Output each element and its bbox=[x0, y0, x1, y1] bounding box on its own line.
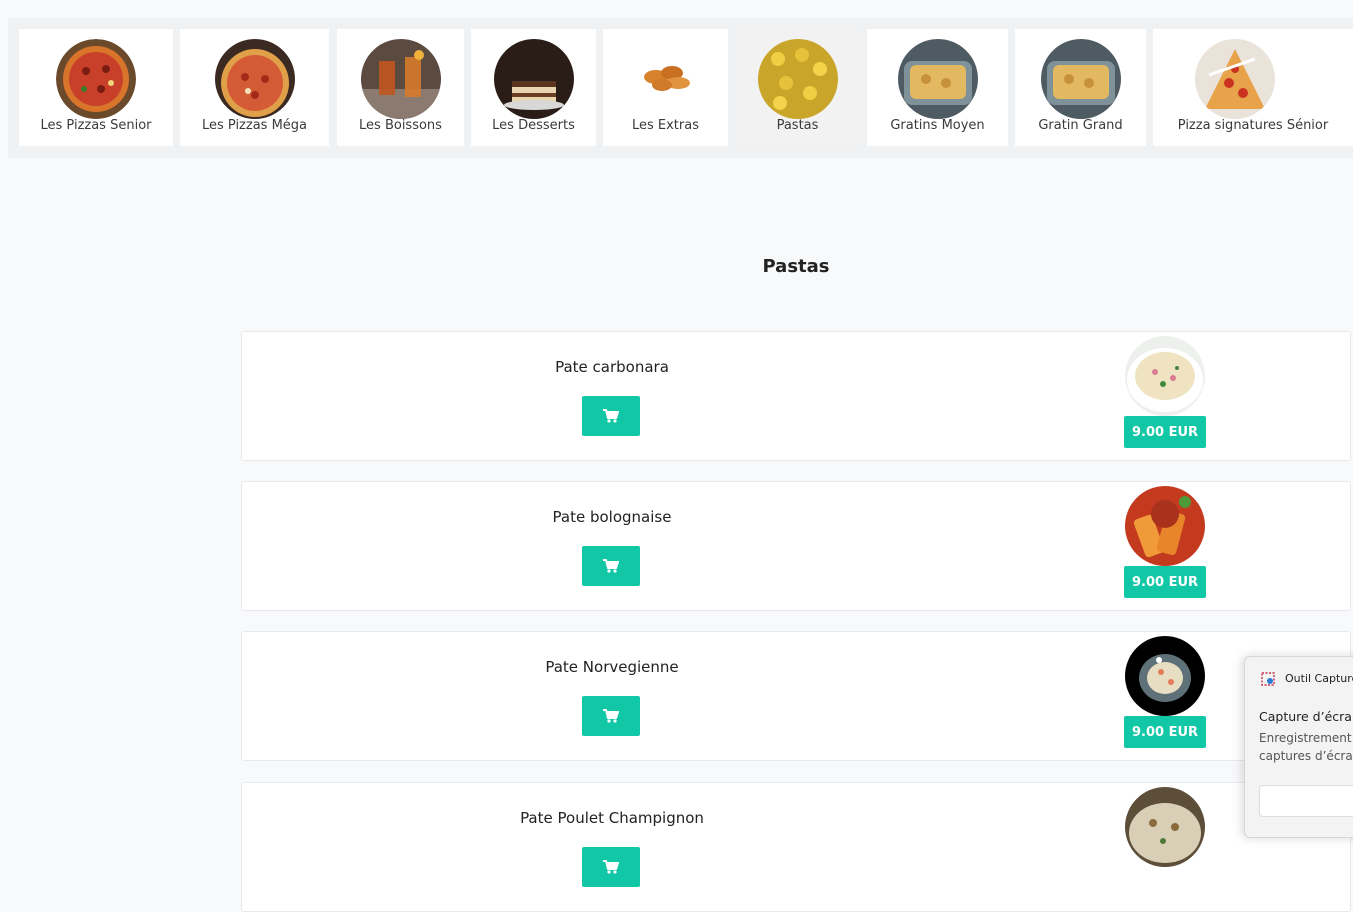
category-label: Gratin Grand bbox=[1038, 118, 1123, 133]
product-name: Pate Poulet Champignon bbox=[520, 809, 704, 827]
price-badge: 9.00 EUR bbox=[1124, 566, 1206, 598]
cart-icon bbox=[603, 709, 619, 723]
category-label: Gratins Moyen bbox=[890, 118, 985, 133]
pizza-signature-photo bbox=[1195, 39, 1275, 119]
pizza-senior-photo bbox=[56, 39, 136, 119]
scissors-icon bbox=[1261, 671, 1275, 690]
category-gratin-grand[interactable]: Gratin Grand bbox=[1015, 29, 1146, 146]
product-card: Pate bolognaise 9.00 EUR bbox=[241, 481, 1351, 611]
price-badge: 9.00 EUR bbox=[1124, 716, 1206, 748]
cart-icon bbox=[603, 860, 619, 874]
category-label: Les Extras bbox=[631, 118, 699, 133]
cart-icon bbox=[603, 559, 619, 573]
product-photo bbox=[1125, 636, 1205, 716]
product-photo bbox=[1125, 787, 1205, 867]
category-pizzas-senior[interactable]: Les Pizzas Senior bbox=[19, 29, 173, 146]
category-pizzas-mega[interactable]: Les Pizzas Méga bbox=[180, 29, 329, 146]
category-desserts[interactable]: Les Desserts bbox=[471, 29, 596, 146]
category-label: Les Pizzas Méga bbox=[201, 118, 308, 133]
product-photo bbox=[1125, 336, 1205, 416]
notification-body: Enregistrement captures d’écra bbox=[1259, 729, 1353, 765]
notification-title: Capture d’écran bbox=[1259, 709, 1353, 724]
add-to-cart-button[interactable] bbox=[582, 847, 640, 887]
page-title: Pastas bbox=[762, 256, 830, 277]
notification-app-name: Outil Capture bbox=[1285, 672, 1353, 685]
gratin-photo bbox=[1040, 39, 1121, 119]
category-label: Les Desserts bbox=[492, 118, 575, 133]
add-to-cart-button[interactable] bbox=[582, 546, 640, 586]
add-to-cart-button[interactable] bbox=[582, 696, 640, 736]
product-card: Pate Norvegienne 9.00 EUR bbox=[241, 631, 1351, 761]
category-label: Pastas bbox=[776, 118, 819, 133]
notification-action-button[interactable] bbox=[1259, 785, 1353, 817]
product-card: Pate carbonara 9.00 EUR bbox=[241, 331, 1351, 461]
add-to-cart-button[interactable] bbox=[582, 396, 640, 436]
category-label: Pizza signatures Sénior bbox=[1177, 118, 1329, 133]
notification-body-line: Enregistrement bbox=[1259, 731, 1352, 745]
product-photo bbox=[1125, 486, 1205, 566]
category-label: Les Pizzas Senior bbox=[40, 118, 152, 133]
notification-body-line: captures d’écra bbox=[1259, 749, 1353, 763]
dessert-photo bbox=[493, 39, 574, 119]
drinks-photo bbox=[360, 39, 441, 119]
pizza-mega-photo bbox=[214, 39, 295, 119]
category-gratins-moyen[interactable]: Gratins Moyen bbox=[867, 29, 1008, 146]
category-pizza-signatures[interactable]: Pizza signatures Sénior bbox=[1153, 29, 1353, 146]
category-strip: Les Pizzas Senior Les Pizzas Méga Les Bo… bbox=[8, 18, 1353, 158]
product-name: Pate bolognaise bbox=[552, 508, 672, 526]
snipping-tool-notification[interactable]: Outil Capture Capture d’écran Enregistre… bbox=[1244, 656, 1353, 838]
category-boissons[interactable]: Les Boissons bbox=[337, 29, 464, 146]
category-extras[interactable]: Les Extras bbox=[603, 29, 728, 146]
product-name: Pate Norvegienne bbox=[545, 658, 679, 676]
product-card: Pate Poulet Champignon bbox=[241, 782, 1351, 912]
pasta-photo bbox=[757, 39, 838, 119]
gratin-photo bbox=[897, 39, 978, 119]
cart-icon bbox=[603, 409, 619, 423]
price-badge: 9.00 EUR bbox=[1124, 416, 1206, 448]
extras-photo bbox=[625, 39, 706, 119]
category-label: Les Boissons bbox=[359, 118, 442, 133]
product-name: Pate carbonara bbox=[555, 358, 669, 376]
category-pastas[interactable]: Pastas bbox=[735, 29, 860, 146]
